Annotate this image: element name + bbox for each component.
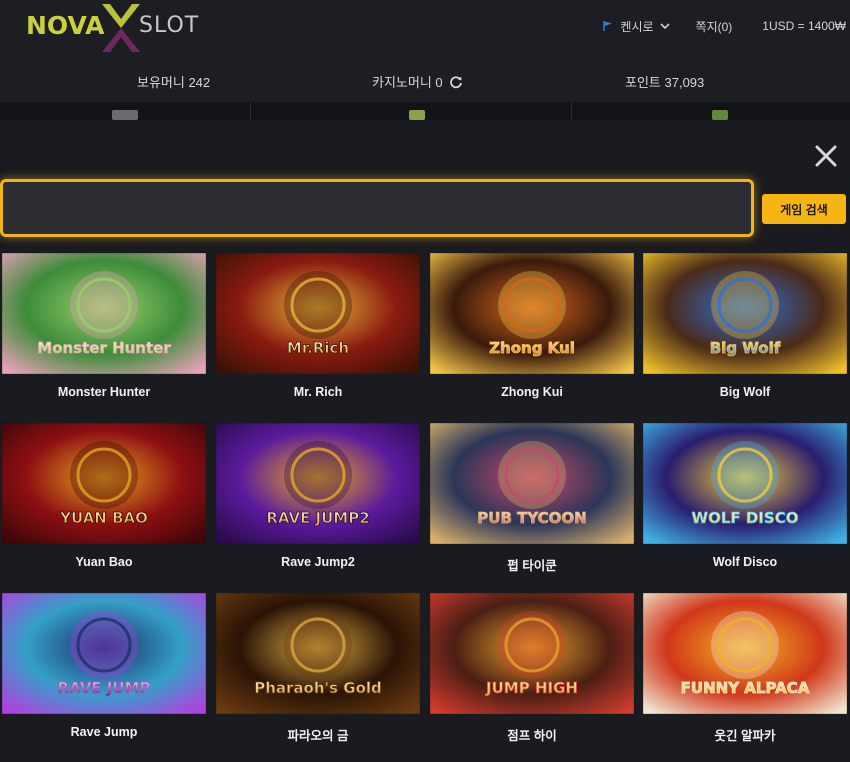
- holding-money: 보유머니 242: [137, 72, 210, 91]
- game-thumbnail[interactable]: WOLF DISCO: [643, 423, 847, 544]
- game-card[interactable]: Zhong Kui Zhong Kui: [430, 253, 634, 409]
- points: 포인트 37,093: [625, 72, 704, 91]
- game-name: Rave Jump: [70, 725, 138, 739]
- game-title-art: PUB TYCOON: [477, 509, 586, 527]
- logo-nova-text: NOVA: [26, 11, 105, 40]
- game-card[interactable]: Monster Hunter Monster Hunter: [2, 253, 206, 409]
- refresh-icon[interactable]: [449, 75, 463, 89]
- game-artwork: PUB TYCOON: [430, 423, 634, 544]
- game-thumbnail[interactable]: Zhong Kui: [430, 253, 634, 374]
- game-artwork: FUNNY ALPACA: [643, 593, 847, 714]
- category-thumb: [409, 110, 425, 120]
- top-header: NOVA SLOT 켄시로 쪽지(0) 1USD = 1400₩: [0, 0, 850, 58]
- game-search-button[interactable]: 게임 검색: [762, 194, 846, 224]
- game-artwork: Mr.Rich: [216, 253, 420, 374]
- game-search-modal: 게임 검색 Monster Hunter Monster Hunter Mr.Ric…: [0, 120, 850, 762]
- game-thumbnail[interactable]: JUMP HIGH: [430, 593, 634, 714]
- game-card[interactable]: PUB TYCOON 펍 타이쿤: [430, 423, 634, 579]
- game-title-art: Monster Hunter: [37, 339, 171, 357]
- game-name: Rave Jump2: [281, 555, 355, 569]
- game-title-art: Zhong Kui: [489, 339, 575, 357]
- game-card[interactable]: RAVE JUMP2 Rave Jump2: [216, 423, 420, 579]
- game-name: Mr. Rich: [293, 385, 343, 399]
- game-card[interactable]: RAVE JUMP Rave Jump: [2, 593, 206, 749]
- holding-money-text: 보유머니 242: [137, 75, 211, 90]
- game-title-art: Big Wolf: [710, 339, 781, 357]
- game-card[interactable]: Big Wolf Big Wolf: [643, 253, 847, 409]
- category-thumb: [112, 110, 138, 120]
- game-search-input[interactable]: [3, 182, 751, 234]
- game-card[interactable]: Mr.Rich Mr. Rich: [216, 253, 420, 409]
- game-card[interactable]: Pharaoh's Gold 파라오의 금: [216, 593, 420, 749]
- game-card[interactable]: YUAN BAO Yuan Bao: [2, 423, 206, 579]
- game-name: Wolf Disco: [712, 555, 778, 569]
- category-tab[interactable]: [0, 102, 251, 120]
- language-label: 켄시로: [620, 19, 654, 34]
- casino-money: 카지노머니 0: [372, 72, 463, 91]
- casino-money-text: 카지노머니 0: [372, 75, 443, 90]
- game-card[interactable]: JUMP HIGH 점프 하이: [430, 593, 634, 749]
- game-artwork: RAVE JUMP: [2, 593, 206, 714]
- game-thumbnail[interactable]: RAVE JUMP: [2, 593, 206, 714]
- flag-icon: [603, 21, 613, 31]
- game-artwork: Zhong Kui: [430, 253, 634, 374]
- game-title-art: JUMP HIGH: [485, 679, 578, 697]
- game-name: 점프 하이: [507, 729, 557, 743]
- language-selector[interactable]: 켄시로: [602, 18, 670, 35]
- game-thumbnail[interactable]: RAVE JUMP2: [216, 423, 420, 544]
- game-card[interactable]: WOLF DISCO Wolf Disco: [643, 423, 847, 579]
- game-artwork: Monster Hunter: [2, 253, 206, 374]
- messages-link[interactable]: 쪽지(0): [696, 18, 733, 35]
- game-card[interactable]: FUNNY ALPACA 웃긴 알파카: [643, 593, 847, 749]
- game-name: Yuan Bao: [75, 555, 133, 569]
- exchange-rate: 1USD = 1400₩: [762, 19, 846, 33]
- game-thumbnail[interactable]: FUNNY ALPACA: [643, 593, 847, 714]
- game-name: 웃긴 알파카: [714, 729, 776, 743]
- category-tab[interactable]: [251, 102, 572, 120]
- game-thumbnail[interactable]: PUB TYCOON: [430, 423, 634, 544]
- game-title-art: WOLF DISCO: [692, 509, 799, 527]
- header-right: 켄시로 쪽지(0) 1USD = 1400₩: [602, 0, 850, 52]
- game-name: Monster Hunter: [57, 385, 151, 399]
- game-title-art: Mr.Rich: [287, 339, 349, 357]
- category-thumb: [712, 110, 728, 120]
- game-title-art: YUAN BAO: [59, 509, 148, 527]
- game-artwork: Big Wolf: [643, 253, 847, 374]
- game-name: Zhong Kui: [501, 385, 563, 399]
- game-artwork: WOLF DISCO: [643, 423, 847, 544]
- game-thumbnail[interactable]: Monster Hunter: [2, 253, 206, 374]
- site-logo[interactable]: NOVA SLOT: [26, 4, 206, 52]
- close-icon[interactable]: [814, 144, 838, 168]
- category-strip: [0, 102, 850, 120]
- game-title-art: RAVE JUMP: [58, 679, 151, 697]
- search-box: [0, 179, 754, 237]
- game-thumbnail[interactable]: Mr.Rich: [216, 253, 420, 374]
- game-artwork: Pharaoh's Gold: [216, 593, 420, 714]
- points-text: 포인트 37,093: [625, 75, 705, 90]
- chevron-down-icon: [659, 23, 670, 30]
- game-thumbnail[interactable]: Big Wolf: [643, 253, 847, 374]
- game-name: Big Wolf: [719, 385, 771, 399]
- logo-slot-text: SLOT: [139, 13, 200, 38]
- logo-x-mark: [102, 4, 140, 52]
- game-title-art: RAVE JUMP2: [266, 509, 369, 527]
- game-title-art: FUNNY ALPACA: [681, 679, 810, 697]
- game-thumbnail[interactable]: YUAN BAO: [2, 423, 206, 544]
- game-artwork: YUAN BAO: [2, 423, 206, 544]
- game-thumbnail[interactable]: Pharaoh's Gold: [216, 593, 420, 714]
- game-name: 파라오의 금: [287, 729, 349, 743]
- game-title-art: Pharaoh's Gold: [254, 679, 382, 697]
- game-artwork: JUMP HIGH: [430, 593, 634, 714]
- balance-bar: 보유머니 242 카지노머니 0 포인트 37,093: [0, 58, 850, 102]
- game-artwork: RAVE JUMP2: [216, 423, 420, 544]
- category-tab[interactable]: [572, 102, 850, 120]
- game-name: 펍 타이쿤: [507, 559, 557, 573]
